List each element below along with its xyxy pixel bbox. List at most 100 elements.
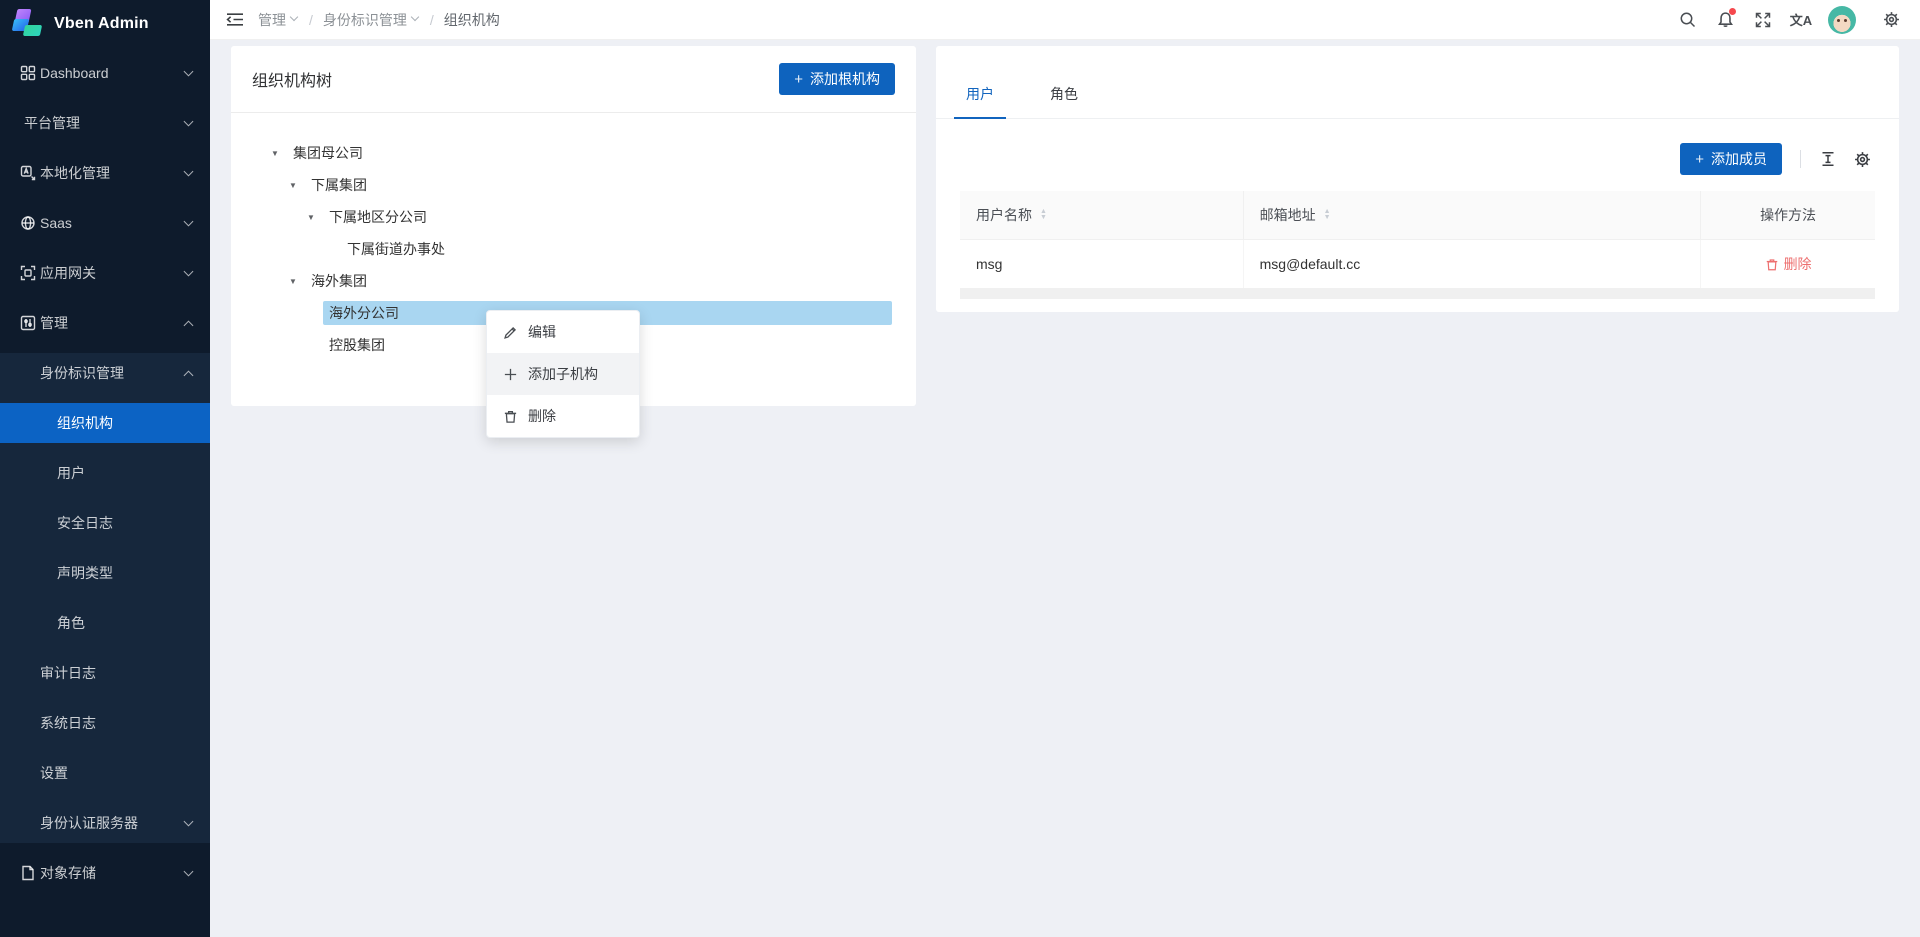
- org-tree-panel-header: 组织机构树 + 添加根机构: [231, 46, 916, 113]
- sidebar-item-users[interactable]: 用户: [0, 453, 210, 493]
- avatar[interactable]: [1828, 6, 1856, 34]
- tree-node-group-parent[interactable]: ▼ 集团母公司: [255, 141, 892, 165]
- cell-actions: 删除: [1701, 240, 1875, 288]
- trash-icon: [503, 409, 518, 424]
- sidebar-item-localization[interactable]: 本地化管理: [0, 153, 210, 193]
- tree-node-street-office[interactable]: 下属街道办事处: [255, 237, 892, 261]
- plus-icon: [503, 367, 518, 382]
- sidebar-item-label: 安全日志: [57, 513, 113, 533]
- tree-node-sub-group[interactable]: ▼ 下属集团: [255, 173, 892, 197]
- menu-fold-icon[interactable]: [224, 9, 246, 31]
- sidebar: Vben Admin Dashboard 平台管理 本地化管理 Saas: [0, 0, 210, 937]
- chevron-down-icon: [412, 14, 420, 22]
- caret-down-icon[interactable]: ▼: [301, 213, 323, 222]
- sidebar-item-label: 组织机构: [57, 413, 113, 433]
- edit-icon: [503, 325, 518, 340]
- plus-icon: +: [794, 71, 803, 88]
- tree-node-label: 集团母公司: [287, 141, 369, 165]
- sidebar-item-label: 本地化管理: [40, 163, 110, 183]
- breadcrumb-item-identity-mgmt[interactable]: 身份标识管理: [323, 10, 420, 30]
- table-row: msg msg@default.cc 删除: [960, 240, 1875, 289]
- page-title: 组织机构树: [252, 67, 332, 91]
- manage-icon: [20, 315, 36, 331]
- bell-icon[interactable]: [1706, 0, 1744, 40]
- context-menu-delete[interactable]: 删除: [487, 395, 639, 437]
- caret-down-icon[interactable]: ▼: [283, 277, 305, 286]
- app-title: Vben Admin: [54, 15, 149, 33]
- members-toolbar: + 添加成员: [936, 119, 1899, 179]
- sidebar-item-management[interactable]: 管理: [0, 303, 210, 343]
- file-icon: [20, 865, 36, 881]
- sidebar-item-label: 对象存储: [40, 863, 96, 883]
- delete-member-button[interactable]: 删除: [1765, 254, 1812, 274]
- context-menu-add-child-org[interactable]: 添加子机构: [487, 353, 639, 395]
- column-header-email[interactable]: 邮箱地址 ▲▼: [1244, 191, 1702, 239]
- table-scrollbar-track[interactable]: [960, 289, 1875, 299]
- add-member-button[interactable]: + 添加成员: [1680, 143, 1782, 175]
- plus-icon: +: [1695, 151, 1704, 168]
- sidebar-item-label: 管理: [40, 313, 68, 333]
- sidebar-item-object-storage[interactable]: 对象存储: [0, 853, 210, 893]
- row-height-icon[interactable]: [1815, 146, 1841, 172]
- header-actions: 文A: [1668, 0, 1920, 40]
- translate-glyph: 文A: [1790, 10, 1812, 29]
- sidebar-item-security-logs[interactable]: 安全日志: [0, 503, 210, 543]
- breadcrumb-label: 组织机构: [444, 10, 500, 30]
- chevron-down-icon: [184, 269, 192, 277]
- app-logo[interactable]: Vben Admin: [0, 0, 210, 48]
- sidebar-item-platform-mgmt[interactable]: 平台管理: [0, 103, 210, 143]
- sidebar-item-identity-server[interactable]: 身份认证服务器: [0, 803, 210, 843]
- column-header-username[interactable]: 用户名称 ▲▼: [960, 191, 1244, 239]
- sort-desc-icon[interactable]: ▼: [1324, 215, 1331, 221]
- tree-node-label: 下属地区分公司: [323, 205, 433, 229]
- sort-icons[interactable]: ▲▼: [1324, 209, 1331, 221]
- sidebar-item-roles[interactable]: 角色: [0, 603, 210, 643]
- chevron-up-icon: [184, 369, 192, 377]
- sidebar-item-identity-mgmt[interactable]: 身份标识管理: [0, 353, 210, 393]
- sidebar-item-system-logs[interactable]: 系统日志: [0, 703, 210, 743]
- gear-icon[interactable]: [1872, 0, 1910, 40]
- chevron-down-icon: [184, 169, 192, 177]
- sidebar-item-claim-types[interactable]: 声明类型: [0, 553, 210, 593]
- cell-email: msg@default.cc: [1244, 240, 1702, 288]
- tree-node-overseas-group[interactable]: ▼ 海外集团: [255, 269, 892, 293]
- caret-down-icon[interactable]: ▼: [265, 149, 287, 158]
- sidebar-item-label: Dashboard: [40, 65, 109, 81]
- detail-tabs: 用户 角色: [936, 46, 1899, 119]
- sidebar-item-settings[interactable]: 设置: [0, 753, 210, 793]
- sidebar-item-dashboard[interactable]: Dashboard: [0, 53, 210, 93]
- sidebar-item-label: Saas: [40, 215, 72, 231]
- column-settings-gear-icon[interactable]: [1849, 146, 1875, 172]
- search-icon[interactable]: [1668, 0, 1706, 40]
- column-label: 用户名称: [976, 205, 1032, 225]
- sidebar-item-saas[interactable]: Saas: [0, 203, 210, 243]
- sidebar-item-label: 身份认证服务器: [40, 813, 138, 833]
- sidebar-item-app-gateway[interactable]: 应用网关: [0, 253, 210, 293]
- context-menu-edit[interactable]: 编辑: [487, 311, 639, 353]
- tree-node-label: 海外集团: [305, 269, 373, 293]
- org-detail-panel: 用户 角色 + 添加成员 用户名称 ▲▼ 邮箱地址 ▲▼ 操作方法: [936, 46, 1899, 312]
- tab-roles[interactable]: 角色: [1044, 84, 1084, 118]
- sidebar-item-label: 角色: [57, 613, 85, 633]
- sort-icons[interactable]: ▲▼: [1040, 209, 1047, 221]
- sidebar-item-organizations[interactable]: 组织机构: [0, 403, 210, 443]
- tree-node-label: 下属街道办事处: [341, 237, 451, 261]
- add-root-org-button[interactable]: + 添加根机构: [779, 63, 895, 95]
- fullscreen-icon[interactable]: [1744, 0, 1782, 40]
- gateway-icon: [20, 265, 36, 281]
- translate-icon[interactable]: 文A: [1782, 0, 1820, 40]
- tab-users[interactable]: 用户: [960, 84, 1000, 118]
- globe-icon: [20, 215, 36, 231]
- locale-icon: [20, 165, 36, 181]
- breadcrumb-item-management[interactable]: 管理: [258, 10, 299, 30]
- column-label: 操作方法: [1760, 205, 1816, 225]
- context-menu-label: 添加子机构: [528, 364, 598, 384]
- chevron-down-icon: [184, 69, 192, 77]
- sidebar-item-audit-logs[interactable]: 审计日志: [0, 653, 210, 693]
- dashboard-icon: [20, 65, 36, 81]
- tree-node-regional-branch[interactable]: ▼ 下属地区分公司: [255, 205, 892, 229]
- caret-down-icon[interactable]: ▼: [283, 181, 305, 190]
- sort-desc-icon[interactable]: ▼: [1040, 215, 1047, 221]
- chevron-down-icon: [184, 869, 192, 877]
- toolbar-divider: [1800, 150, 1801, 168]
